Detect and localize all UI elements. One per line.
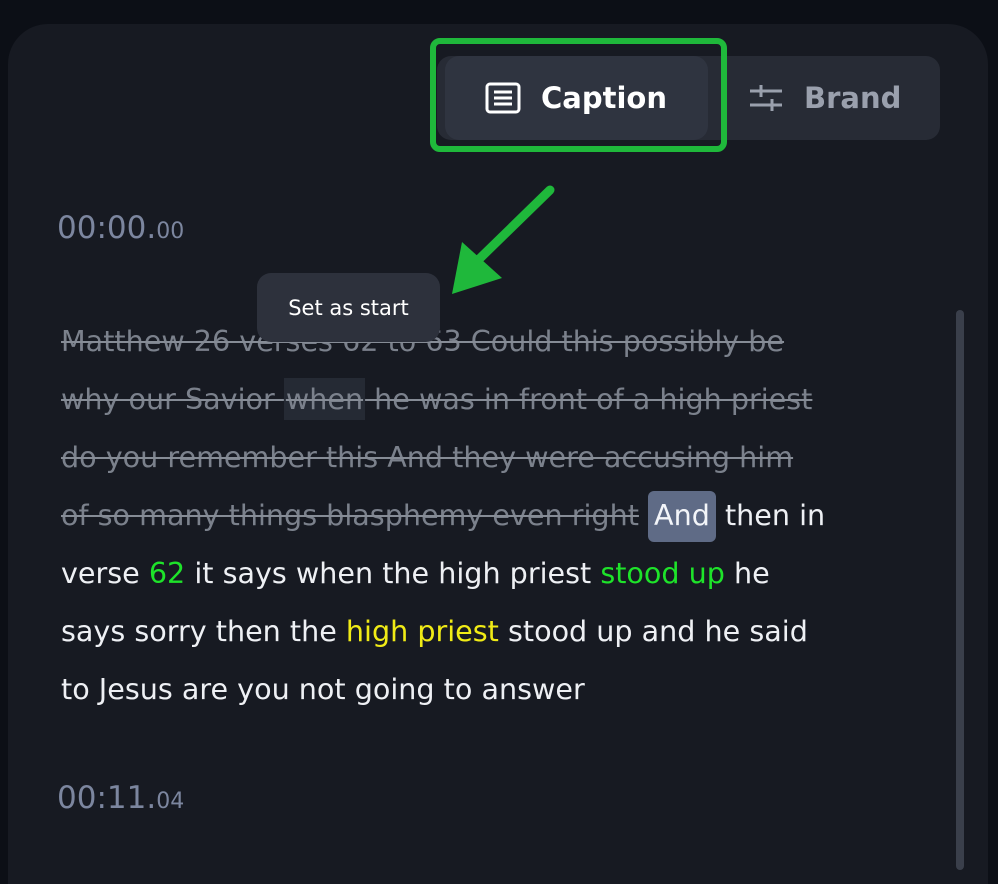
tooltip-text: Set as start (288, 295, 409, 320)
highlighted-keyword: high priest (345, 614, 499, 648)
tab-caption[interactable]: Caption (445, 56, 708, 140)
transcript-line: says sorry then the high priest stood up… (61, 614, 808, 648)
segment-timestamp[interactable]: 00:00.00 (57, 210, 184, 246)
tab-brand[interactable]: Brand (748, 56, 901, 140)
transcript-text[interactable]: Matthew 26 verses 62 to 63 Could this po… (61, 312, 911, 718)
selected-word[interactable]: And (648, 491, 716, 542)
tab-brand-label: Brand (804, 81, 902, 115)
transcript-line: of so many things blasphemy even right A… (61, 486, 911, 544)
transcript-line: why our Savior when he was in front of a… (61, 370, 911, 428)
transcript-line: verse 62 it says when the high priest st… (61, 556, 770, 590)
set-as-start-tooltip[interactable]: Set as start (257, 273, 440, 342)
highlighted-keyword: 62 (148, 556, 186, 590)
transcript-line: do you remember this And they were accus… (61, 440, 794, 474)
tab-caption-label: Caption (541, 81, 667, 115)
highlighted-keyword: stood up (600, 556, 725, 590)
sliders-icon (748, 83, 784, 113)
hovered-word[interactable]: when (283, 378, 366, 420)
annotation-arrow-icon (452, 185, 555, 294)
transcript-line: Matthew 26 verses 62 to 63 Could this po… (61, 324, 785, 358)
segment-timestamp[interactable]: 00:11.04 (57, 780, 184, 816)
document-lines-icon (485, 82, 521, 114)
transcript-line: to Jesus are you not going to answer (61, 672, 585, 706)
scrollbar[interactable] (956, 310, 964, 870)
